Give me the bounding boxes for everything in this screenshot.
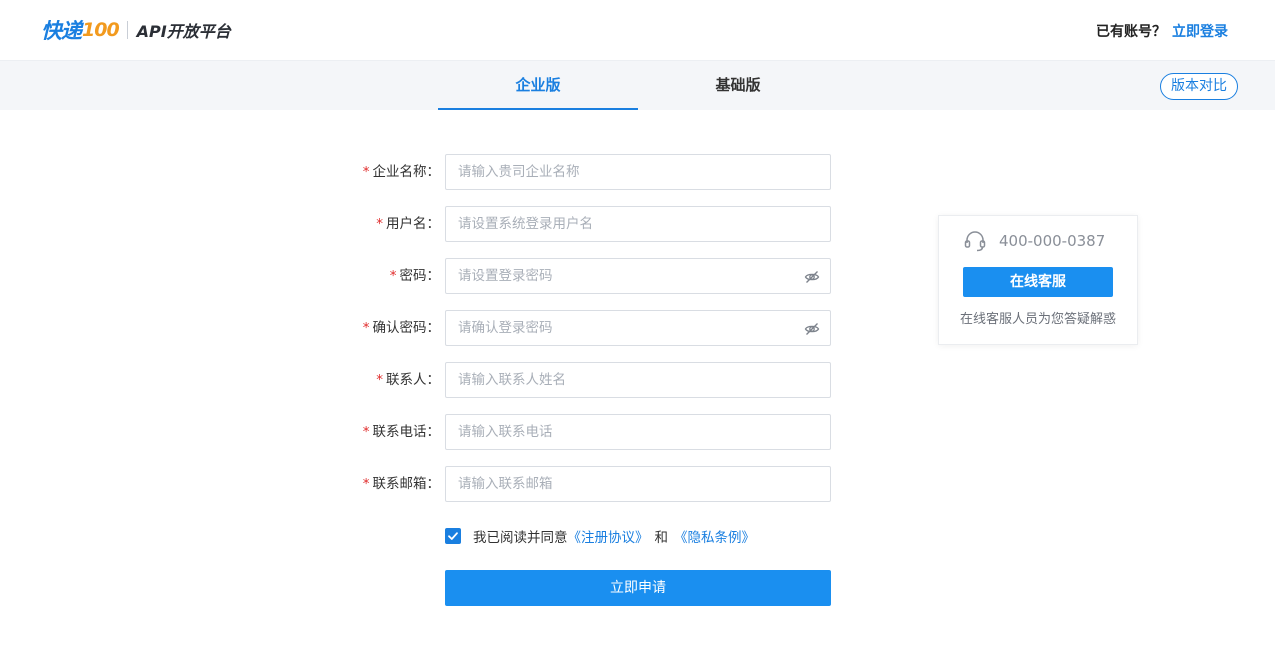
- agreement-row: 我已阅读并同意 《注册协议》 和 《隐私条例》: [445, 526, 755, 546]
- required-mark: *: [362, 164, 370, 180]
- tab-enterprise[interactable]: 企业版: [438, 61, 638, 110]
- company-name-label: * 企业名称：: [362, 164, 440, 180]
- username-field[interactable]: [445, 206, 831, 242]
- service-phone-row: 400-000-0387: [963, 228, 1105, 254]
- terms-link[interactable]: 《注册协议》: [568, 526, 649, 546]
- headset-icon: [964, 231, 986, 252]
- logo-number-text: 100: [82, 19, 120, 41]
- confirm-password-label: * 确认密码：: [362, 320, 440, 336]
- form-row-contact: * 联系人：: [300, 362, 840, 398]
- company-name-field[interactable]: [445, 154, 831, 190]
- privacy-link[interactable]: 《隐私条例》: [674, 526, 755, 546]
- required-mark: *: [376, 216, 383, 232]
- agreement-checkbox[interactable]: [445, 528, 461, 544]
- contact-name-field[interactable]: [445, 362, 831, 398]
- contact-name-label: * 联系人：: [376, 372, 440, 388]
- account-prompt: 已有账号？ 立即登录: [1096, 21, 1228, 41]
- password-field[interactable]: [445, 258, 831, 294]
- form-row-password: * 密码：: [300, 258, 840, 294]
- form-row-email: * 联系邮箱：: [300, 466, 840, 502]
- confirm-password-input[interactable]: [446, 311, 830, 345]
- username-label: * 用户名：: [376, 216, 440, 232]
- login-link[interactable]: 立即登录: [1172, 21, 1228, 41]
- logo-brand-text: 快递: [41, 19, 82, 43]
- contact-email-label: * 联系邮箱：: [362, 476, 440, 492]
- kuaidi100-logo[interactable]: 快递 100 API开放平台: [41, 16, 231, 44]
- checkmark-icon: [448, 532, 458, 540]
- required-mark: *: [376, 372, 383, 388]
- contact-email-field[interactable]: [445, 466, 831, 502]
- form-row-confirm-password: * 确认密码：: [300, 310, 840, 346]
- online-service-button[interactable]: 在线客服: [963, 267, 1113, 297]
- username-input[interactable]: [446, 207, 830, 241]
- form-row-company: * 企业名称：: [300, 154, 840, 190]
- top-header: 快递 100 API开放平台 已有账号？ 立即登录: [0, 0, 1275, 61]
- company-name-input[interactable]: [446, 155, 830, 189]
- required-mark: *: [389, 268, 397, 284]
- tab-basic[interactable]: 基础版: [638, 61, 838, 110]
- eye-hidden-icon[interactable]: [804, 269, 820, 285]
- eye-hidden-icon[interactable]: [804, 321, 820, 337]
- customer-service-card: 400-000-0387 在线客服 在线客服人员为您答疑解惑: [938, 215, 1138, 345]
- confirm-password-field[interactable]: [445, 310, 831, 346]
- logo-divider: [126, 21, 128, 39]
- password-label: * 密码：: [389, 268, 440, 284]
- logo-subtitle: API开放平台: [136, 22, 231, 41]
- contact-phone-input[interactable]: [446, 415, 830, 449]
- service-phone-number: 400-000-0387: [999, 232, 1106, 250]
- password-input[interactable]: [446, 259, 830, 293]
- service-description: 在线客服人员为您答疑解惑: [959, 312, 1116, 327]
- submit-application-button[interactable]: 立即申请: [445, 570, 831, 606]
- contact-phone-label: * 联系电话：: [362, 424, 440, 440]
- contact-phone-field[interactable]: [445, 414, 831, 450]
- agreement-text: 我已阅读并同意: [473, 530, 568, 546]
- contact-name-input[interactable]: [446, 363, 830, 397]
- agreement-and: 和: [654, 530, 669, 546]
- version-compare-button[interactable]: 版本对比: [1160, 73, 1238, 100]
- contact-email-input[interactable]: [446, 467, 830, 501]
- required-mark: *: [362, 320, 370, 336]
- form-row-username: * 用户名：: [300, 206, 840, 242]
- required-mark: *: [362, 476, 370, 492]
- required-mark: *: [362, 424, 370, 440]
- account-question: 已有账号？: [1096, 24, 1166, 40]
- version-tabbar: 企业版 基础版 版本对比: [0, 61, 1275, 110]
- form-row-phone: * 联系电话：: [300, 414, 840, 450]
